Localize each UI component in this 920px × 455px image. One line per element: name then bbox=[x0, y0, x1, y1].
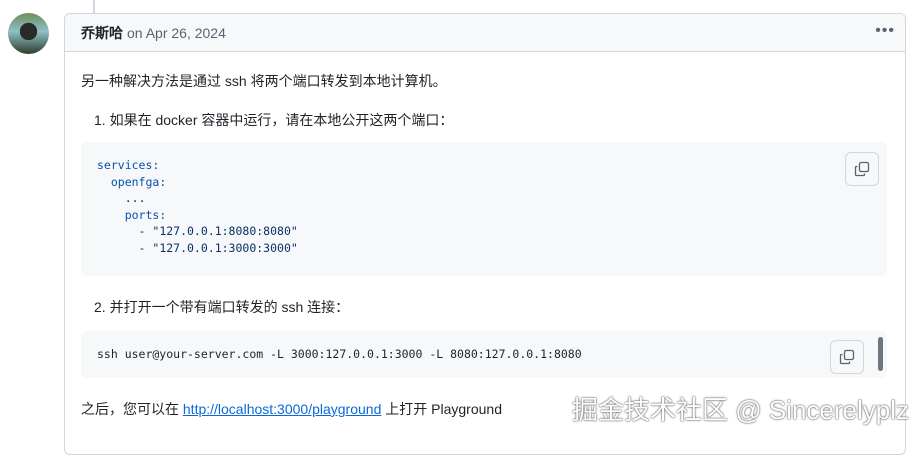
yaml-code-block: services: openfga: ... ports: - "127.0.0… bbox=[81, 142, 887, 276]
comment-header: 乔斯哈 on Apr 26, 2024 ••• bbox=[65, 14, 905, 52]
outro-text: 之后，您可以在 http://localhost:3000/playground… bbox=[81, 399, 502, 419]
author-name[interactable]: 乔斯哈 bbox=[81, 23, 123, 43]
ssh-code-block: ssh user@your-server.com -L 3000:127.0.0… bbox=[81, 331, 887, 378]
copy-icon bbox=[854, 161, 870, 177]
code-line: ports: bbox=[124, 207, 167, 222]
outro-prefix: 之后，您可以在 bbox=[81, 401, 183, 417]
outro-suffix: 上打开 Playground bbox=[381, 401, 502, 417]
code-line: "127.0.0.1:3000:3000" bbox=[152, 240, 298, 255]
comment-date[interactable]: on Apr 26, 2024 bbox=[127, 25, 226, 41]
step-1-text: 1. 如果在 docker 容器中运行，请在本地公开这两个端口： bbox=[94, 112, 454, 128]
code-line: ... bbox=[124, 191, 146, 205]
copy-button[interactable] bbox=[830, 340, 864, 374]
more-options-icon[interactable]: ••• bbox=[875, 22, 895, 40]
ssh-command: ssh user@your-server.com -L 3000:127.0.0… bbox=[97, 347, 582, 361]
copy-icon bbox=[839, 349, 855, 365]
step-2-text: 2. 并打开一个带有端口转发的 ssh 连接： bbox=[94, 299, 350, 315]
avatar[interactable] bbox=[8, 13, 49, 54]
code-line: services: bbox=[97, 158, 160, 172]
scrollbar[interactable] bbox=[878, 337, 883, 371]
watermark: 掘金技术社区 @ Sincerelyplz bbox=[572, 395, 910, 425]
timeline-line bbox=[93, 0, 95, 13]
code-line: "127.0.0.1:8080:8080" bbox=[152, 224, 298, 238]
playground-link[interactable]: http://localhost:3000/playground bbox=[183, 401, 381, 417]
code-line: openfga: bbox=[110, 174, 167, 189]
comment-card: 乔斯哈 on Apr 26, 2024 ••• 另一种解决方法是通过 ssh 将… bbox=[64, 13, 906, 455]
copy-button[interactable] bbox=[845, 152, 879, 186]
intro-text: 另一种解决方法是通过 ssh 将两个端口转发到本地计算机。 bbox=[81, 73, 447, 89]
